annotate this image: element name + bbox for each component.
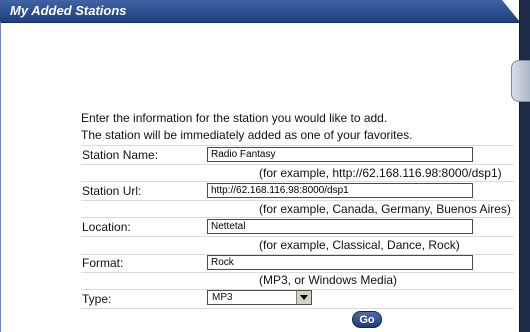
- format-label: Format:: [82, 256, 124, 270]
- panel-title: My Added Stations: [10, 3, 127, 18]
- intro-line-1: Enter the information for the station yo…: [81, 111, 388, 125]
- row-divider: [81, 145, 514, 146]
- format-hint: (for example, Classical, Dance, Rock): [259, 238, 460, 252]
- left-frame-border: [0, 22, 1, 332]
- location-input[interactable]: Nettetal: [207, 219, 473, 234]
- chevron-down-icon[interactable]: [296, 291, 311, 304]
- row-divider: [81, 217, 514, 218]
- station-url-input[interactable]: http://62.168.116.98:8000/dsp1: [207, 183, 473, 198]
- intro-line-2: The station will be immediately added as…: [81, 128, 413, 142]
- row-divider: [81, 308, 514, 309]
- station-name-label: Station Name:: [82, 148, 159, 162]
- station-name-input[interactable]: Radio Fantasy: [207, 147, 473, 162]
- panel-titlebar: My Added Stations: [0, 0, 520, 23]
- row-divider: [81, 164, 514, 165]
- type-hint: (MP3, or Windows Media): [259, 273, 398, 287]
- go-button[interactable]: Go: [352, 311, 382, 328]
- side-panel-edge: [511, 60, 530, 102]
- row-divider: [81, 236, 514, 237]
- right-frame-border: [519, 0, 530, 332]
- type-select[interactable]: MP3: [207, 290, 312, 305]
- type-label: Type:: [82, 292, 112, 306]
- location-hint: (for example, Canada, Germany, Buenos Ai…: [259, 202, 511, 216]
- row-divider: [81, 181, 514, 182]
- titlebar-notch: [502, 0, 520, 22]
- format-input[interactable]: Rock: [207, 255, 473, 270]
- type-selected-value: MP3: [212, 292, 233, 303]
- location-label: Location:: [82, 220, 131, 234]
- row-divider: [81, 200, 514, 201]
- station-url-hint: (for example, http://62.168.116.98:8000/…: [259, 166, 502, 180]
- station-url-label: Station Url:: [82, 184, 142, 198]
